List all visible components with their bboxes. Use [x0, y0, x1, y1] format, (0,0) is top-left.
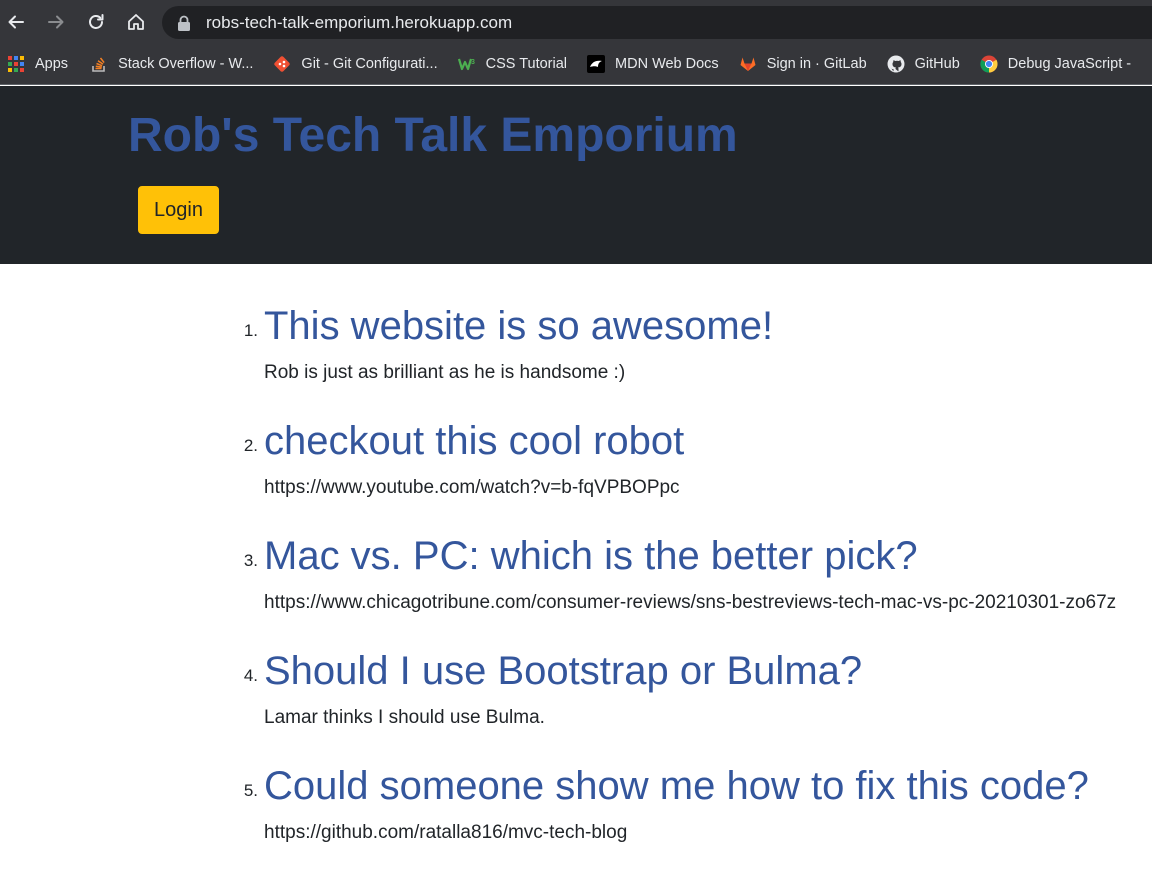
back-button[interactable] — [0, 0, 36, 44]
bookmark-gitlab[interactable]: Sign in · GitLab — [731, 50, 875, 78]
bookmarks-bar: Apps Stack Overflow - W... Git - Git Con… — [0, 44, 1152, 85]
post-number: 3. — [243, 551, 258, 570]
svg-text:3: 3 — [471, 59, 475, 66]
post-item: 4. Should I use Bootstrap or Bulma? Lama… — [0, 647, 1152, 757]
post-title[interactable]: This website is so awesome! — [264, 302, 773, 350]
bookmark-label: Sign in · GitLab — [766, 56, 867, 72]
home-icon — [128, 14, 144, 30]
lock-icon — [178, 15, 190, 31]
post-item: 2. checkout this cool robot https://www.… — [0, 417, 1152, 527]
reload-button[interactable] — [76, 0, 116, 44]
post-number: 1. — [243, 321, 258, 340]
post-item: 5. Could someone show me how to fix this… — [0, 762, 1152, 872]
browser-toolbar: robs-tech-talk-emporium.herokuapp.com — [0, 0, 1152, 44]
post-body: Rob is just as brilliant as he is handso… — [264, 362, 626, 383]
bookmark-mdn[interactable]: MDN Web Docs — [579, 50, 727, 78]
bookmark-github[interactable]: GitHub — [879, 50, 968, 78]
post-list: 1. This website is so awesome! Rob is ju… — [0, 264, 1152, 888]
bookmark-apps[interactable]: Apps — [0, 50, 76, 78]
post-title[interactable]: Mac vs. PC: which is the better pick? — [264, 532, 918, 580]
post-number: 5. — [243, 781, 258, 800]
post-title[interactable]: checkout this cool robot — [264, 417, 684, 465]
address-bar[interactable]: robs-tech-talk-emporium.herokuapp.com — [162, 6, 1152, 39]
login-button[interactable]: Login — [138, 186, 219, 234]
bookmark-label: GitHub — [914, 56, 960, 72]
gitlab-icon — [739, 55, 757, 73]
bookmark-label: Apps — [35, 56, 69, 72]
reload-icon — [89, 14, 104, 29]
mdn-icon — [587, 55, 606, 73]
arrow-right-icon — [48, 15, 64, 29]
stackoverflow-icon — [90, 55, 108, 73]
git-icon — [273, 55, 291, 73]
post-item: 3. Mac vs. PC: which is the better pick?… — [0, 532, 1152, 642]
forward-button[interactable] — [36, 0, 76, 44]
home-button[interactable] — [116, 0, 156, 44]
post-number: 4. — [243, 666, 258, 685]
arrow-left-icon — [8, 15, 24, 29]
post-body: https://www.youtube.com/watch?v=b-fqVPBO… — [264, 477, 680, 498]
site-title[interactable]: Rob's Tech Talk Emporium — [128, 106, 738, 166]
bookmark-debug-javascript[interactable]: Debug JavaScript - — [972, 50, 1139, 78]
url-text: robs-tech-talk-emporium.herokuapp.com — [206, 12, 513, 32]
post-body: Lamar thinks I should use Bulma. — [264, 707, 545, 728]
site-header: Rob's Tech Talk Emporium Login — [0, 86, 1152, 264]
github-icon — [887, 55, 905, 73]
chrome-icon — [980, 55, 998, 73]
bookmark-css-tutorial[interactable]: 3 CSS Tutorial — [450, 50, 575, 78]
post-item: 1. This website is so awesome! Rob is ju… — [0, 302, 1152, 412]
bookmark-label: Debug JavaScript - — [1007, 56, 1132, 72]
bookmark-git-config[interactable]: Git - Git Configurati... — [265, 50, 445, 78]
post-number: 2. — [243, 436, 258, 455]
bookmark-label: CSS Tutorial — [485, 56, 568, 72]
apps-grid-icon — [7, 55, 25, 73]
bookmark-label: Stack Overflow - W... — [118, 56, 254, 72]
post-title[interactable]: Could someone show me how to fix this co… — [264, 762, 1089, 810]
bookmark-label: MDN Web Docs — [615, 56, 719, 72]
post-body: https://www.chicagotribune.com/consumer-… — [264, 592, 1117, 613]
post-title[interactable]: Should I use Bootstrap or Bulma? — [264, 647, 862, 695]
bookmark-stack-overflow[interactable]: Stack Overflow - W... — [82, 50, 261, 78]
post-body: https://github.com/ratalla816/mvc-tech-b… — [264, 822, 628, 843]
w3schools-icon: 3 — [457, 55, 476, 73]
bookmark-label: Git - Git Configurati... — [301, 56, 438, 72]
